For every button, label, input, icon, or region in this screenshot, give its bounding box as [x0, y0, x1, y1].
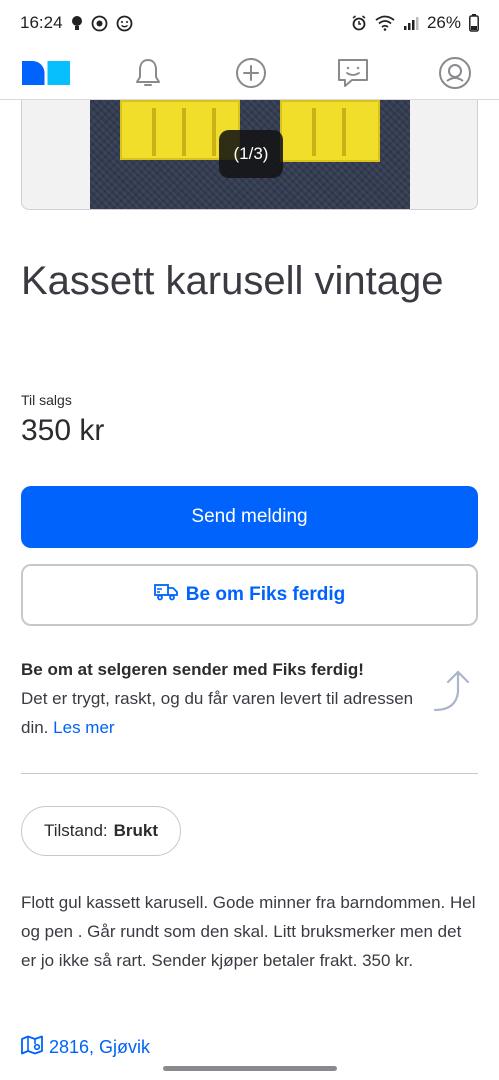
- send-message-button[interactable]: Send melding: [21, 486, 478, 548]
- photo-slot: [212, 108, 216, 156]
- smiley-icon: [116, 15, 133, 32]
- plus-circle-icon[interactable]: [227, 51, 275, 95]
- listing-description: Flott gul kassett karusell. Gode minner …: [21, 893, 476, 970]
- photo-slot: [342, 108, 346, 156]
- chat-icon[interactable]: [329, 51, 377, 95]
- battery-level: 26%: [426, 13, 461, 32]
- location-text: 2816, Gjøvik: [49, 1037, 151, 1057]
- curved-arrow-icon: [432, 668, 474, 714]
- signal-icon: [403, 15, 419, 31]
- photo-slot: [182, 108, 186, 156]
- photo-cassette-carousel-right: [280, 100, 380, 162]
- map-icon: [21, 1035, 43, 1060]
- delivery-truck-icon: [153, 583, 178, 607]
- image-counter: (1/3): [219, 130, 283, 178]
- battery-icon: [469, 14, 479, 32]
- listing-title: Kassett karusell vintage: [21, 259, 444, 303]
- profile-icon[interactable]: [431, 51, 479, 95]
- photo-slot: [152, 108, 156, 156]
- condition-chip: Tilstand: Brukt: [21, 806, 182, 856]
- fiks-heading: Be om at selgeren sender med Fiks ferdig…: [21, 660, 364, 679]
- bulb-icon: [71, 15, 83, 31]
- status-left: 16:24: [20, 13, 133, 33]
- alarm-icon: [351, 15, 367, 31]
- wifi-icon: [375, 15, 395, 31]
- bell-icon[interactable]: [124, 51, 172, 95]
- finn-logo[interactable]: [22, 51, 70, 95]
- image-gallery[interactable]: (1/3): [21, 100, 478, 210]
- read-more-link[interactable]: Les mer: [53, 718, 114, 737]
- condition-label: Tilstand:: [44, 821, 108, 840]
- fiks-info: Be om at selgeren sender med Fiks ferdig…: [21, 656, 421, 742]
- home-indicator[interactable]: [163, 1066, 337, 1071]
- photo-slot: [312, 108, 316, 156]
- section-divider: [21, 773, 478, 774]
- listing-price: 350 kr: [21, 414, 105, 447]
- focus-icon: [91, 15, 108, 32]
- fiks-ferdig-label: Be om Fiks ferdig: [185, 584, 346, 605]
- fiks-text: Det er trygt, raskt, og du får varen lev…: [21, 684, 421, 742]
- status-right: 26%: [351, 13, 479, 33]
- sale-label: Til salgs: [21, 392, 72, 408]
- status-bar: 16:24 26%: [0, 0, 499, 46]
- condition-value: Brukt: [113, 821, 159, 840]
- fiks-ferdig-button[interactable]: Be om Fiks ferdig: [21, 564, 478, 626]
- location-link[interactable]: 2816, Gjøvik: [21, 1035, 150, 1060]
- status-time: 16:24: [20, 13, 63, 32]
- top-nav-bar: [0, 46, 499, 100]
